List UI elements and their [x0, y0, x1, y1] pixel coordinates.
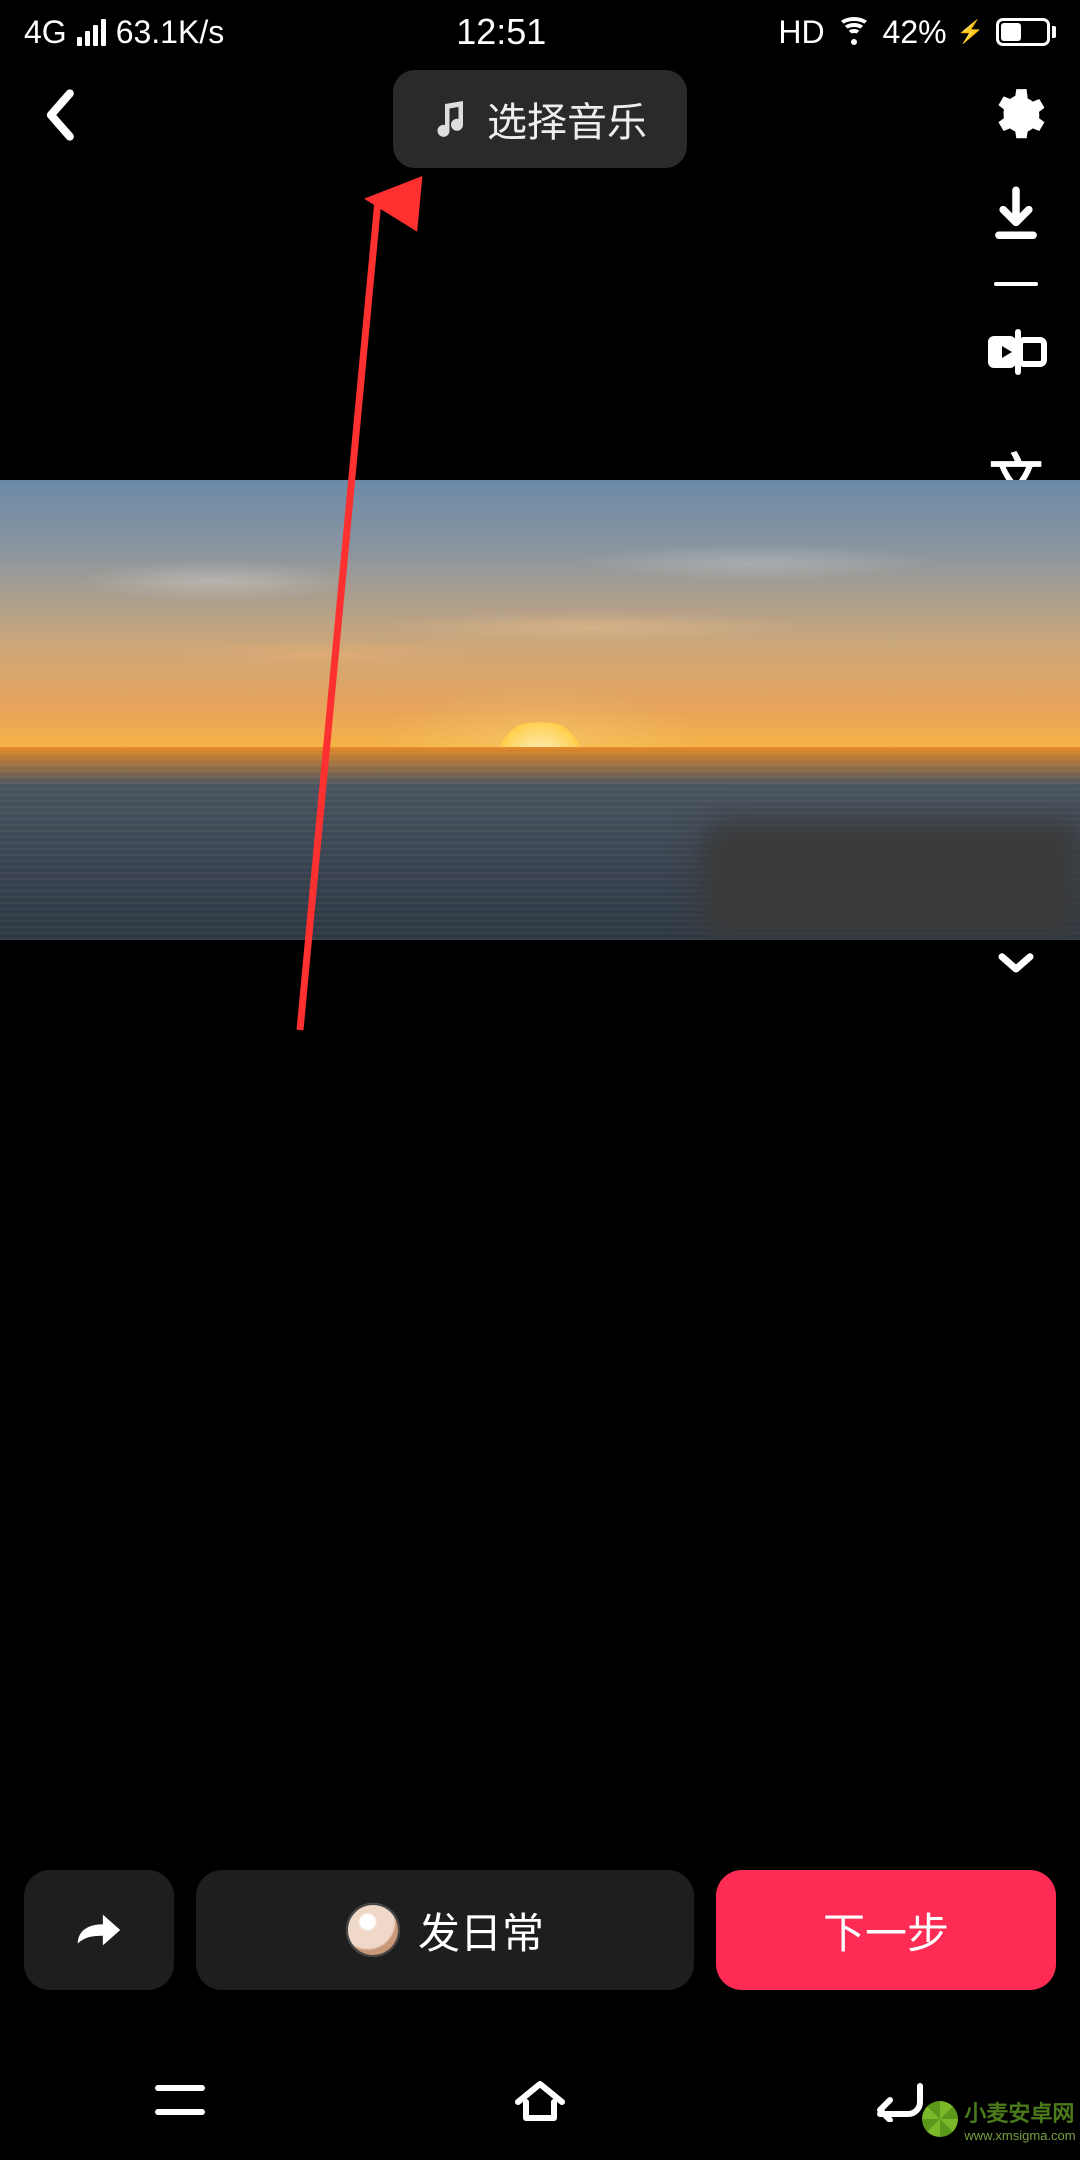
back-icon: [42, 88, 76, 142]
status-left: 4G 63.1K/s: [24, 14, 224, 51]
select-music-button[interactable]: 选择音乐: [393, 70, 687, 168]
hd-label: HD: [778, 14, 824, 51]
battery-percent: 42%: [883, 14, 947, 51]
chevron-down-icon: [995, 948, 1037, 976]
settings-button[interactable]: [978, 78, 1052, 152]
preview-smudge: [700, 820, 1080, 940]
post-daily-label: 发日常: [418, 1900, 544, 1961]
home-icon: [510, 2076, 570, 2124]
toolbar-divider: [994, 282, 1038, 286]
back-button[interactable]: [24, 80, 94, 150]
status-right: HD 42% ⚡: [778, 14, 1056, 51]
share-button[interactable]: [24, 1870, 174, 1990]
status-bar: 4G 63.1K/s 12:51 HD 42% ⚡: [0, 0, 1080, 64]
download-icon: [989, 186, 1043, 246]
select-music-label: 选择音乐: [487, 90, 647, 148]
nav-home-button[interactable]: [480, 2070, 600, 2130]
menu-icon: [152, 2080, 208, 2120]
battery-icon: [996, 18, 1056, 46]
nav-menu-button[interactable]: [120, 2070, 240, 2130]
topbar: 选择音乐: [0, 70, 1080, 170]
watermark: 小麦安卓网 www.xmsigma.com: [924, 2084, 1074, 2154]
data-rate: 63.1K/s: [116, 14, 225, 51]
bottom-actions: 发日常 下一步: [24, 1870, 1056, 1990]
clip-button[interactable]: [980, 316, 1052, 388]
next-button[interactable]: 下一步: [716, 1870, 1056, 1990]
watermark-sub: www.xmsigma.com: [964, 2128, 1075, 2143]
signal-icon: [77, 18, 106, 46]
video-preview[interactable]: [0, 480, 1080, 940]
watermark-title: 小麦安卓网: [964, 2096, 1075, 2128]
download-button[interactable]: [980, 180, 1052, 252]
share-arrow-icon: [72, 1908, 126, 1952]
charging-icon: ⚡: [957, 19, 984, 45]
status-time: 12:51: [456, 11, 546, 53]
watermark-leaf-icon: [922, 2101, 958, 2137]
annotation-arrow: [0, 0, 1080, 2160]
preview-clouds: [0, 526, 1080, 710]
gear-icon: [984, 84, 1046, 146]
next-label: 下一步: [823, 1900, 949, 1961]
avatar: [346, 1903, 400, 1957]
clip-icon: [984, 326, 1048, 378]
music-note-icon: [433, 98, 469, 140]
wifi-icon: [837, 19, 871, 45]
network-type: 4G: [24, 14, 67, 51]
system-navbar: [0, 2040, 1080, 2160]
post-daily-button[interactable]: 发日常: [196, 1870, 694, 1990]
